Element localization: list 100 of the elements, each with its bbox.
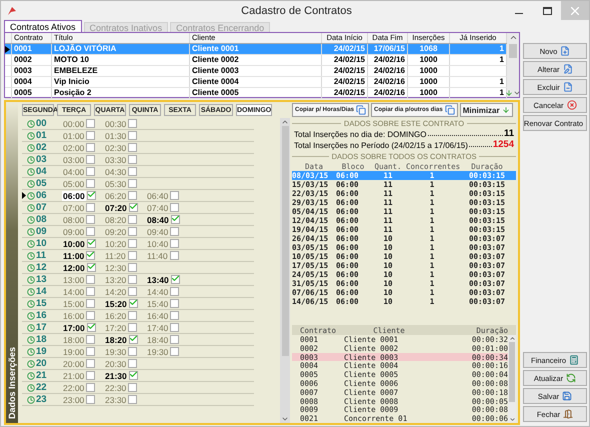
checkbox[interactable] <box>128 203 138 212</box>
checkbox[interactable] <box>86 203 96 212</box>
checkbox[interactable] <box>128 191 138 200</box>
checkbox[interactable] <box>128 275 138 284</box>
scroll-up-icon[interactable] <box>508 335 516 342</box>
calculator-icon <box>569 355 580 365</box>
scroll-down-icon[interactable] <box>281 415 289 423</box>
checkbox[interactable] <box>170 287 180 296</box>
stat-value: 11 <box>504 128 514 139</box>
table-row[interactable]: 0005 Posição 2 Cliente 0005 24/02/15 24/02/16 1000 1 <box>5 88 507 99</box>
checkbox[interactable] <box>86 239 96 248</box>
checkbox[interactable] <box>170 227 180 236</box>
checkbox[interactable] <box>128 299 138 308</box>
slot-time: 22:30 <box>104 382 128 392</box>
checkbox[interactable] <box>128 239 138 248</box>
checkbox[interactable] <box>86 275 96 284</box>
arrow-down-icon[interactable] <box>505 89 513 97</box>
checkbox[interactable] <box>86 227 96 236</box>
hour-label: 14 <box>36 286 47 297</box>
clock-icon <box>27 144 35 152</box>
checkbox[interactable] <box>86 131 96 140</box>
table-row[interactable]: 0003 EMBELEZE Cliente 0003 24/02/15 24/02/16 1000 <box>5 66 507 77</box>
checkbox[interactable] <box>86 287 96 296</box>
checkbox[interactable] <box>86 215 96 224</box>
checkbox[interactable] <box>128 395 138 404</box>
slot-time: 04:30 <box>104 166 128 176</box>
checkbox[interactable] <box>86 335 96 344</box>
action-button[interactable]: Minimizar <box>460 103 513 117</box>
slot-time: 15:40 <box>146 298 170 308</box>
checkbox[interactable] <box>170 311 180 320</box>
hour-label: 23 <box>36 394 47 405</box>
scrollbar[interactable] <box>508 335 516 423</box>
checkbox[interactable] <box>128 287 138 296</box>
checkbox[interactable] <box>86 371 96 380</box>
checkbox[interactable] <box>86 191 96 200</box>
checkbox[interactable] <box>86 179 96 188</box>
hour-label: 13 <box>36 274 47 285</box>
checkbox[interactable] <box>128 311 138 320</box>
checkbox[interactable] <box>86 395 96 404</box>
checkbox[interactable] <box>128 323 138 332</box>
checkbox[interactable] <box>170 215 180 224</box>
checkbox[interactable] <box>86 263 96 272</box>
checkbox[interactable] <box>170 203 180 212</box>
checkbox[interactable] <box>128 119 138 128</box>
checkbox[interactable] <box>170 347 180 356</box>
checkbox[interactable] <box>86 299 96 308</box>
checkbox[interactable] <box>86 323 96 332</box>
scroll-down-icon[interactable] <box>508 416 516 423</box>
table-row[interactable]: 0004 Vip Inicio Cliente 0004 24/02/15 24/02/16 1000 1 <box>5 77 507 88</box>
checkbox[interactable] <box>128 251 137 260</box>
tab[interactable]: Contratos Ativos <box>4 20 82 32</box>
checkbox[interactable] <box>86 119 96 128</box>
checkbox[interactable] <box>86 347 96 356</box>
scrollbar[interactable] <box>507 33 519 97</box>
checkbox[interactable] <box>170 335 180 344</box>
slot-time: 00:00 <box>62 118 86 128</box>
clock-icon <box>27 192 35 200</box>
slot-time: 18:40 <box>146 334 170 344</box>
checkbox[interactable] <box>128 347 138 356</box>
slot-time: 05:30 <box>104 178 128 188</box>
checkbox[interactable] <box>86 167 96 176</box>
checkbox[interactable] <box>128 335 138 344</box>
scroll-thumb[interactable] <box>509 342 515 402</box>
checkbox[interactable] <box>128 179 138 188</box>
checkbox[interactable] <box>128 383 138 392</box>
slot-time: 03:30 <box>104 154 128 164</box>
clock-icon <box>27 264 35 272</box>
checkbox[interactable] <box>170 191 180 200</box>
checkbox[interactable] <box>128 371 138 380</box>
scroll-up-icon[interactable] <box>508 33 518 42</box>
checkbox[interactable] <box>128 131 138 140</box>
checkbox[interactable] <box>86 311 96 320</box>
checkbox[interactable] <box>86 383 96 392</box>
scrollbar[interactable] <box>280 118 290 423</box>
checkbox[interactable] <box>170 251 179 260</box>
checkbox[interactable] <box>128 227 138 236</box>
scroll-thumb[interactable] <box>508 44 518 58</box>
scroll-thumb[interactable] <box>282 126 288 356</box>
slot-time: 18:20 <box>104 334 128 344</box>
scroll-up-icon[interactable] <box>281 118 289 126</box>
slot-time: 04:00 <box>62 166 86 176</box>
checkbox[interactable] <box>128 167 138 176</box>
checkbox[interactable] <box>128 215 138 224</box>
checkbox[interactable] <box>86 143 96 152</box>
checkbox[interactable] <box>128 155 138 164</box>
checkbox[interactable] <box>86 359 96 368</box>
checkbox[interactable] <box>128 359 138 368</box>
checkbox[interactable] <box>170 239 180 248</box>
copy-icon <box>444 105 455 115</box>
table-row[interactable]: 0002 MOTO 10 Cliente 0002 24/02/15 24/02/16 1000 1 <box>5 55 507 66</box>
checkbox[interactable] <box>170 275 180 284</box>
checkbox[interactable] <box>170 299 180 308</box>
slot-time: 03:00 <box>62 154 86 164</box>
checkbox[interactable] <box>128 263 138 272</box>
checkbox[interactable] <box>86 155 96 164</box>
scroll-down-icon[interactable] <box>513 89 521 97</box>
checkbox[interactable] <box>86 251 96 260</box>
clock-icon <box>27 372 35 380</box>
checkbox[interactable] <box>170 323 180 332</box>
checkbox[interactable] <box>128 143 138 152</box>
